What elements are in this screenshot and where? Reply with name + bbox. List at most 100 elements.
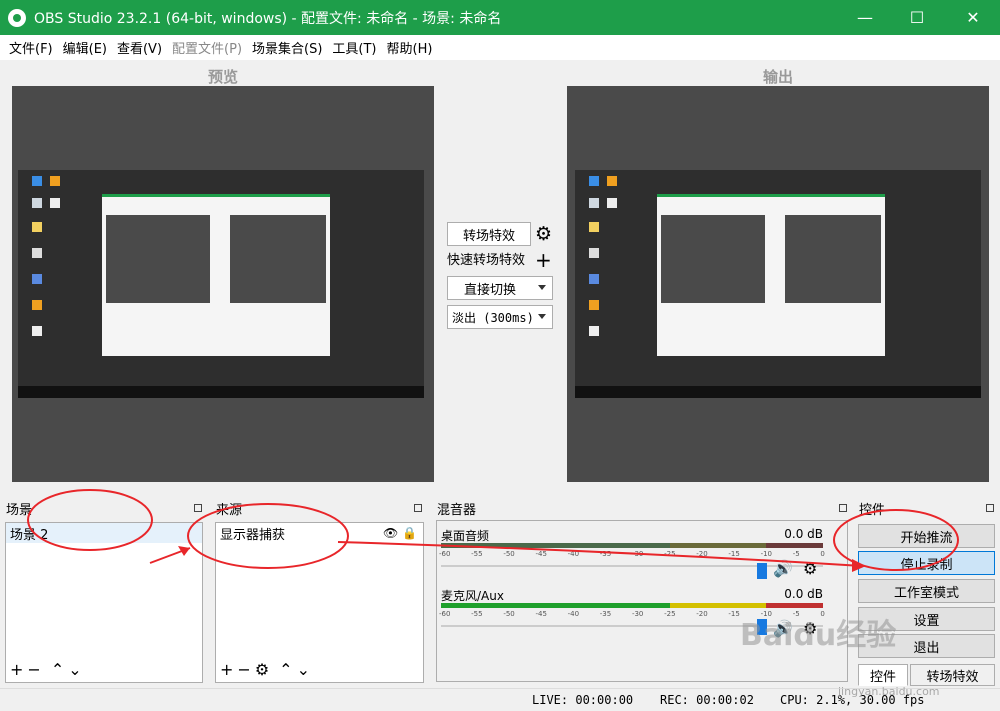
live-timer: LIVE: 00:00:00 [532,693,634,707]
cut-transition-select[interactable]: 直接切换 [447,276,553,300]
fade-option-label: 淡出 (300ms) [452,310,534,325]
watermark-url: jingyan.baidu.com [838,685,940,698]
float-icon[interactable] [839,504,847,512]
taskbar [18,386,424,398]
move-down-icon[interactable]: ⌄ [297,660,310,679]
remove-scene-icon[interactable]: − [27,660,40,679]
obs-logo-icon [8,8,26,27]
fade-transition-select[interactable]: 淡出 (300ms) [447,305,553,329]
scenes-list[interactable]: 场景 2 [5,522,203,683]
float-icon[interactable] [194,504,202,512]
source-item[interactable]: 显示器捕获 👁 🔒 [216,523,423,543]
desktop-icon [32,326,42,336]
lock-icon[interactable]: 🔒 [402,526,417,540]
mixer-panel: 桌面音频 0.0 dB -60 -55 -50 -45 -40 -35 -30 -25 -20-… [436,520,848,682]
desktop-icon [50,198,60,208]
desktop-icon [32,176,42,186]
volume-meter [441,543,823,548]
desktop-icon [32,198,42,208]
transition-effects-button[interactable]: 转场特效 [447,222,531,246]
menu-edit[interactable]: 编辑(E) [58,38,112,57]
sources-toolbar: + − ⚙ ⌃ ⌄ [220,660,310,679]
window-title: OBS Studio 23.2.1 (64-bit, windows) - 配置… [34,10,502,27]
eye-icon[interactable]: 👁 [383,526,398,540]
scenes-dock: 场景 [2,498,206,518]
menu-bar: 文件(F) 编辑(E) 查看(V) 配置文件(P) 场景集合(S) 工具(T) … [0,35,1000,60]
output-canvas[interactable] [567,86,989,482]
add-icon[interactable]: + [535,248,552,272]
add-source-icon[interactable]: + [220,660,233,679]
mixer-dock: 混音器 [433,498,851,518]
desktop-icon [607,198,617,208]
preview-screen-capture [18,170,424,398]
channel-desktop-audio-db: 0.0 dB [784,527,823,541]
title-bar: OBS Studio 23.2.1 (64-bit, windows) - 配置… [0,0,1000,35]
desktop-icon [589,274,599,284]
cut-option-label: 直接切换 [464,282,517,298]
desktop-icon [50,176,60,186]
menu-profile: 配置文件(P) [172,42,243,57]
desktop-icon [589,198,599,208]
maximize-button[interactable]: ☐ [892,0,942,35]
sources-list[interactable]: 显示器捕获 👁 🔒 [215,522,424,683]
move-up-icon[interactable]: ⌃ [279,660,292,679]
sources-header: 来源 [216,502,243,518]
desktop-icon [589,300,599,310]
menu-file[interactable]: 文件(F) [4,38,58,57]
output-label: 输出 [762,68,793,86]
tab-controls[interactable]: 控件 [858,664,908,686]
meter-ticks: -60 -55 -50 -45 -40 -35 -30 -25 -20 -15 -10 -5 0 [439,550,825,558]
gear-icon[interactable]: ⚙ [535,222,552,246]
taskbar [575,386,981,398]
start-streaming-button[interactable]: 开始推流 [858,524,995,548]
scenes-header: 场景 [6,502,33,518]
desktop-icon [32,300,42,310]
chevron-down-icon [538,314,546,319]
menu-tools[interactable]: 工具(T) [327,38,381,57]
desktop-icon [589,326,599,336]
desktop-icon [32,248,42,258]
float-icon[interactable] [414,504,422,512]
menu-view[interactable]: 查看(V) [112,38,167,57]
menu-scene-collection[interactable]: 场景集合(S) [247,38,327,57]
float-icon[interactable] [986,504,994,512]
fader-handle[interactable] [757,563,767,579]
remove-source-icon[interactable]: − [237,660,250,679]
desktop-icon [589,222,599,232]
mixer-header: 混音器 [437,502,477,518]
gear-icon[interactable]: ⚙ [803,559,817,578]
desktop-icon [607,176,617,186]
output-screen-capture [575,170,981,398]
preview-label: 预览 [207,68,238,86]
desktop-icon [32,222,42,232]
move-down-icon[interactable]: ⌄ [68,660,81,679]
controls-dock: 控件 [855,498,998,518]
rec-timer: REC: 00:00:02 [660,693,754,707]
volume-meter [441,603,823,608]
add-scene-icon[interactable]: + [10,660,23,679]
sources-dock: 来源 [212,498,426,518]
watermark-logo: Baidu经验 [740,618,897,653]
tab-transitions[interactable]: 转场特效 [910,664,995,686]
gear-icon[interactable]: ⚙ [255,660,269,679]
minimize-button[interactable]: — [840,0,890,35]
scene-item[interactable]: 场景 2 [6,523,202,543]
stop-recording-button[interactable]: 停止录制 [858,551,995,575]
move-up-icon[interactable]: ⌃ [51,660,64,679]
close-button[interactable]: ✕ [948,0,998,35]
desktop-icon [589,248,599,258]
scenes-toolbar: + − ⌃ ⌄ [10,660,82,679]
chevron-down-icon [538,285,546,290]
desktop-icon [589,176,599,186]
desktop-icon [32,274,42,284]
menu-help[interactable]: 帮助(H) [382,38,438,57]
source-item-label: 显示器捕获 [220,527,286,543]
channel-desktop-audio-name: 桌面音频 [441,529,490,543]
studio-mode-button[interactable]: 工作室模式 [858,579,995,603]
quick-transitions-label: 快速转场特效 [447,253,526,268]
speaker-icon[interactable]: 🔊 [773,559,793,578]
preview-canvas[interactable] [12,86,434,482]
nested-obs-window [657,194,885,356]
channel-mic-aux-db: 0.0 dB [784,587,823,601]
nested-obs-window [102,194,330,356]
